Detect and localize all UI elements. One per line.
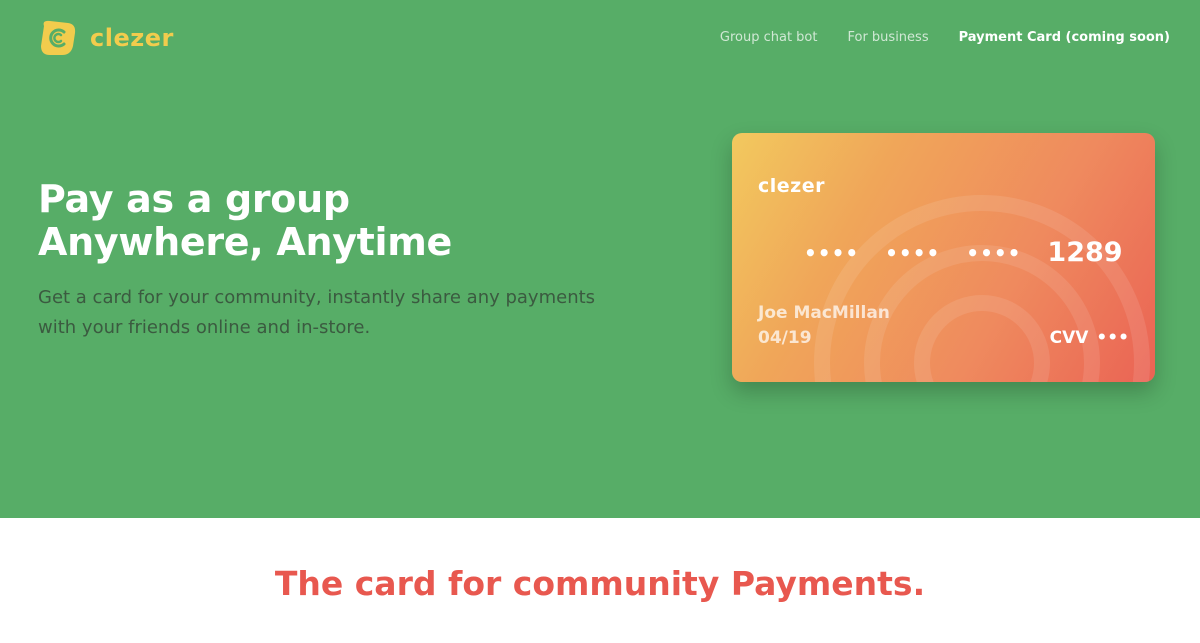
card-expiry: 04/19 (758, 328, 812, 348)
clezer-logo-icon (41, 20, 76, 55)
top-nav: Group chat bot For business Payment Card… (720, 30, 1170, 45)
card-cvv: CVV ••• (1050, 328, 1129, 348)
card-logo-text: clezer (758, 175, 825, 197)
nav-for-business[interactable]: For business (847, 30, 928, 45)
headline-line-2: Anywhere, Anytime (38, 220, 453, 264)
hero-section: clezer Group chat bot For business Payme… (0, 0, 1200, 518)
nav-payment-card[interactable]: Payment Card (coming soon) (959, 30, 1170, 45)
headline-line-1: Pay as a group (38, 177, 350, 221)
card-number-last4: 1289 (1047, 237, 1123, 268)
nav-group-chat-bot[interactable]: Group chat bot (720, 30, 818, 45)
hero-headline: Pay as a group Anywhere, Anytime (38, 178, 638, 264)
card-holder-name: Joe MacMillan (758, 303, 890, 323)
logo-link[interactable]: clezer (38, 18, 174, 58)
card-number: •••• •••• •••• 1289 (804, 237, 1123, 268)
card-number-group-1: •••• (804, 240, 860, 265)
logo-text: clezer (90, 24, 174, 52)
card-number-group-3: •••• (966, 240, 1022, 265)
section-title: The card for community Payments. (274, 564, 926, 603)
card-cvv-value: ••• (1096, 328, 1129, 348)
payment-card-illustration: clezer •••• •••• •••• 1289 Joe MacMillan… (732, 133, 1155, 382)
card-number-group-2: •••• (885, 240, 941, 265)
hero-subtext: Get a card for your community, instantly… (38, 287, 596, 338)
card-cvv-label: CVV (1049, 328, 1089, 348)
